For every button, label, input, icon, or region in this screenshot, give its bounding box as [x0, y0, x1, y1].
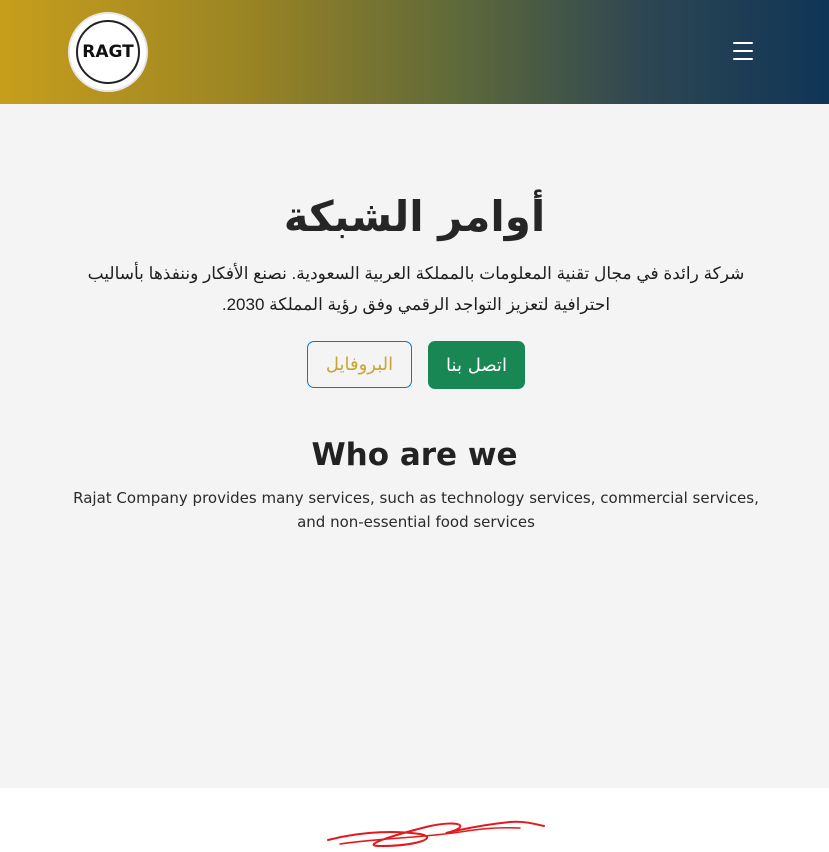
menu-line — [733, 58, 753, 60]
logo-text: RAGT — [82, 42, 134, 62]
about-title: Who are we — [311, 437, 518, 473]
about-description: Rajat Company provides many services, su… — [73, 489, 759, 531]
company-logo[interactable]: RAGT — [68, 12, 148, 92]
menu-line — [733, 50, 753, 52]
hero-title: أوامر الشبكة — [283, 192, 546, 241]
menu-line — [733, 42, 753, 44]
hamburger-menu-icon[interactable] — [733, 42, 753, 60]
contact-us-button[interactable]: اتصل بنا — [428, 341, 525, 389]
hero-description: شركة رائدة في مجال تقنية المعلومات بالمم… — [87, 264, 745, 314]
signature-scribble — [327, 820, 545, 848]
site-header: RAGT — [0, 0, 829, 104]
profile-button[interactable]: البروفايل — [307, 341, 412, 388]
